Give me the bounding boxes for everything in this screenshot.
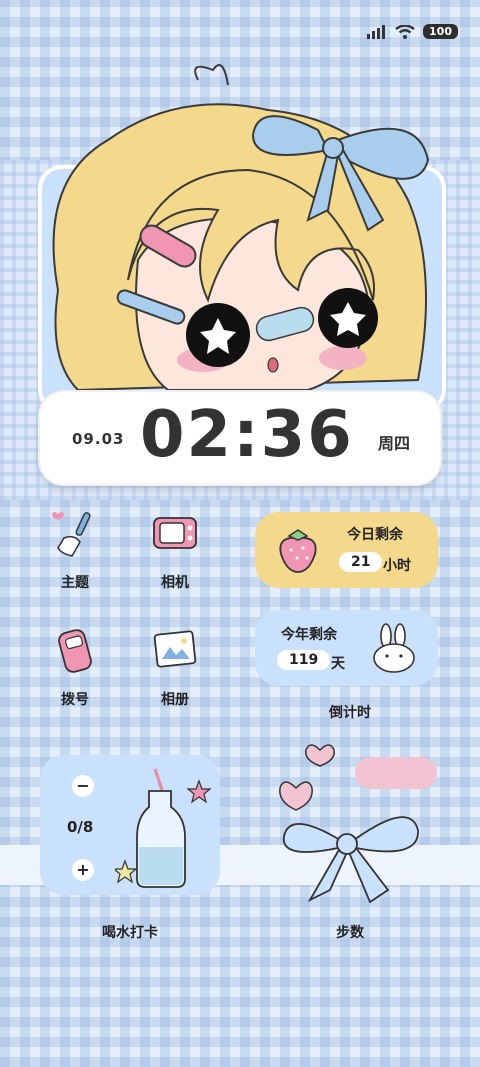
clock-date: 09.03 [72,430,125,448]
water-minus-button[interactable]: − [72,775,94,797]
year-remaining-title: 今年剩余 [281,627,337,643]
water-tracker-widget[interactable]: − 0/8 + [40,755,220,895]
water-bottle-icon [115,768,212,888]
clock-weekday: 周四 [377,434,410,453]
status-bar: 100 [367,24,458,39]
year-remaining-unit: 天 [331,656,345,672]
battery-badge: 100 [423,24,458,39]
water-count: 0/8 [67,818,94,836]
app-camera[interactable]: 相机 [135,508,215,592]
today-remaining-title: 今日剩余 [347,527,403,543]
phone-icon [58,629,92,673]
clock-widget[interactable]: 09.03 02:36 周四 [38,390,442,486]
app-theme-label: 主题 [61,575,89,591]
app-dialer-label: 拨号 [61,692,89,708]
photo-icon [153,630,197,668]
app-dialer[interactable]: 拨号 [35,625,115,709]
bunny-icon [373,623,415,673]
broom-icon [52,512,91,557]
strawberry-icon [279,529,317,573]
clock-time: 02:36 [140,398,354,472]
wifi-icon [395,24,415,39]
app-gallery[interactable]: 相册 [135,625,215,709]
steps-label: 步数 [336,925,364,941]
water-plus-button[interactable]: + [72,859,94,881]
year-remaining-value: 119 [277,650,331,670]
today-remaining-value: 21 [339,552,383,572]
today-remaining-widget[interactable]: 今日剩余 21 小时 [255,512,438,588]
countdown-label: 倒计时 [329,705,371,721]
tv-camera-icon [153,517,197,549]
anime-girl-illustration[interactable] [38,60,448,400]
app-camera-label: 相机 [161,575,189,591]
app-gallery-label: 相册 [161,692,189,708]
water-tracker-label: 喝水打卡 [102,925,158,941]
app-theme[interactable]: 主题 [35,508,115,592]
today-remaining-unit: 小时 [383,558,411,574]
steps-progress-bar [355,757,437,789]
year-remaining-widget[interactable]: 今年剩余 119 天 [255,610,438,686]
signal-icon [367,24,386,39]
